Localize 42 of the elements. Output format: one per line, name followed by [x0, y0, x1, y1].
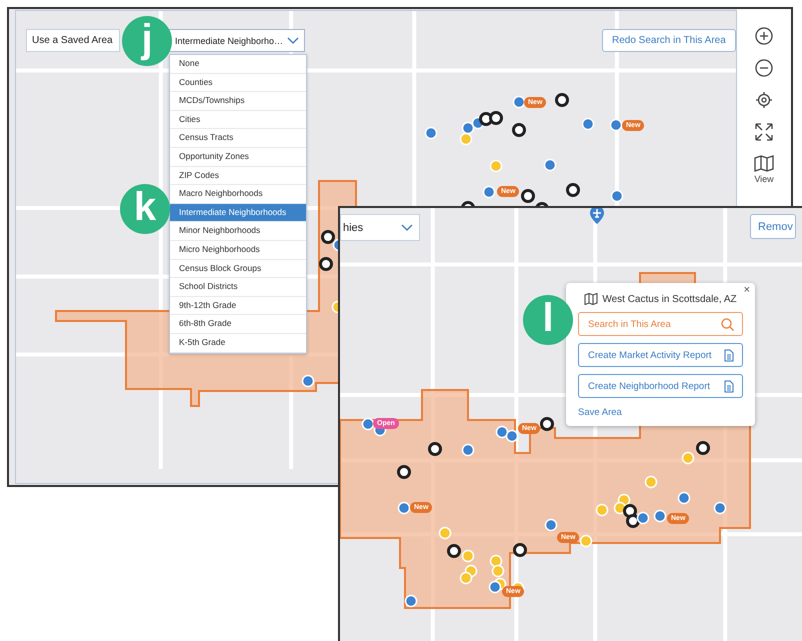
redo-search-button[interactable]: Redo Search in This Area	[602, 29, 736, 52]
expand-arrows-icon	[755, 123, 773, 141]
airport-pin-icon	[590, 208, 604, 224]
report-button[interactable]: Create Market Activity Report	[578, 343, 743, 367]
document-icon	[724, 348, 734, 362]
dropdown-option[interactable]: School Districts	[170, 278, 306, 297]
locate-button[interactable]	[753, 89, 775, 111]
dropdown-option[interactable]: Micro Neighborhoods	[170, 240, 306, 260]
popup-title: West Cactus in Scottsdale, AZ	[602, 294, 737, 304]
dropdown-option[interactable]: 9th-12th Grade	[170, 296, 306, 316]
map-view-button[interactable]: View	[752, 153, 776, 186]
dropdown-option[interactable]: Census Tracts	[170, 129, 306, 148]
dropdown-option[interactable]: MCDs/Townships	[170, 92, 306, 111]
dropdown-option[interactable]: 6th-8th Grade	[170, 315, 306, 334]
dropdown-option[interactable]: None	[170, 55, 306, 74]
saved-area-field[interactable]: Use a Saved Area	[26, 29, 120, 52]
expand-button[interactable]	[753, 121, 775, 143]
search-icon	[721, 318, 734, 330]
dropdown-option[interactable]: ZIP Codes	[170, 166, 306, 186]
dropdown-option[interactable]: Cities	[170, 110, 306, 130]
dropdown-option[interactable]: Opportunity Zones	[170, 148, 306, 167]
map-icon	[584, 293, 598, 305]
remove-button[interactable]: Remov	[750, 214, 796, 239]
zoom-out-button[interactable]	[753, 57, 775, 79]
boundary-select[interactable]: Intermediate Neighborho…	[169, 29, 305, 52]
document-icon	[724, 380, 734, 392]
dropdown-option[interactable]: K-5th Grade	[170, 334, 306, 352]
minus-icon	[755, 59, 773, 77]
close-button[interactable]: ×	[742, 284, 752, 296]
save-area-link[interactable]: Save Area	[578, 405, 622, 418]
chevron-icon	[287, 37, 299, 44]
report-button[interactable]: Create Neighborhood Report	[578, 374, 743, 398]
dropdown-option[interactable]: Census Block Groups	[170, 260, 306, 278]
plus-icon	[755, 27, 773, 45]
map-icon	[754, 155, 774, 172]
dropdown-option[interactable]: Counties	[170, 74, 306, 92]
chevron-icon	[401, 224, 413, 231]
dropdown-option[interactable]: Minor Neighborhoods	[170, 222, 306, 241]
boundary-select[interactable]: hies	[340, 214, 420, 241]
crosshair-icon	[755, 91, 773, 109]
zoom-in-button[interactable]	[753, 25, 775, 47]
dropdown-option[interactable]: Intermediate Neighborhoods	[170, 204, 306, 222]
